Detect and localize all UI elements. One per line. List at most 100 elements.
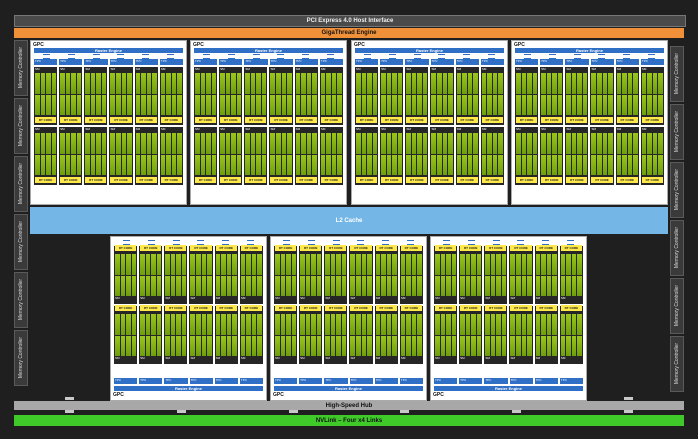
polymorph-engine: TPC xyxy=(219,59,243,65)
rt-core: RT CORE xyxy=(510,245,532,251)
sm-label: SM xyxy=(215,356,221,360)
streaming-multiprocessor: SM RT CORE xyxy=(194,127,218,185)
cuda-cores xyxy=(320,133,342,175)
streaming-multiprocessor: SM RT CORE xyxy=(509,245,533,304)
rt-core: RT CORE xyxy=(295,177,317,183)
memory-controller: Memory Controller xyxy=(14,272,28,328)
memory-controller: Memory Controller xyxy=(14,40,28,96)
cuda-cores xyxy=(300,254,322,296)
sm-label: SM xyxy=(566,67,571,71)
memory-controller: Memory Controller xyxy=(14,156,28,212)
rt-core: RT CORE xyxy=(535,305,557,311)
sm-label: SM xyxy=(541,67,546,71)
streaming-multiprocessor: SM RT CORE xyxy=(319,127,343,185)
cuda-cores xyxy=(510,254,532,296)
raster-connectors xyxy=(34,54,183,59)
streaming-multiprocessor: SM RT CORE xyxy=(509,305,533,364)
rt-core: RT CORE xyxy=(566,177,588,183)
rt-core: RT CORE xyxy=(300,245,322,251)
rt-core: RT CORE xyxy=(165,245,187,251)
streaming-multiprocessor: SM RT CORE xyxy=(515,67,539,125)
sm-label: SM xyxy=(240,356,246,360)
cuda-cores xyxy=(560,314,582,356)
polymorph-engine: TPC xyxy=(194,59,218,65)
gpu-block-diagram: PCI Express 4.0 Host Interface GigaThrea… xyxy=(0,0,698,439)
sm-label: SM xyxy=(510,356,515,360)
cuda-cores xyxy=(325,254,347,296)
cuda-cores xyxy=(400,254,422,296)
cuda-cores xyxy=(215,254,237,296)
cuda-cores xyxy=(275,314,297,356)
pcie-host-interface: PCI Express 4.0 Host Interface xyxy=(14,15,686,27)
rt-core: RT CORE xyxy=(215,245,237,251)
cuda-cores xyxy=(115,254,137,296)
sm-label: SM xyxy=(460,296,465,300)
sm-label: SM xyxy=(190,296,195,300)
polymorph-engine: TPC xyxy=(319,59,344,65)
sm-label: SM xyxy=(35,67,40,71)
cuda-cores xyxy=(85,133,107,175)
gpc: GPC Raster Engine TPC TPC TPC TPC TPC TPC SM RT C… xyxy=(270,236,427,401)
cuda-cores xyxy=(431,73,453,115)
cuda-cores xyxy=(456,73,478,115)
nvlink-bar: NVLink – Four x4 Links xyxy=(14,415,684,426)
rt-core: RT CORE xyxy=(245,117,267,123)
cuda-cores xyxy=(481,73,503,115)
polymorph-engine: TPC xyxy=(139,378,163,384)
sm-label: SM xyxy=(406,67,411,71)
cuda-cores xyxy=(406,73,428,115)
streaming-multiprocessor: SM RT CORE xyxy=(139,305,163,364)
tpc-row: TPC TPC TPC TPC TPC TPC xyxy=(355,59,505,65)
streaming-multiprocessor: SM RT CORE xyxy=(540,67,564,125)
rt-core: RT CORE xyxy=(485,305,507,311)
raster-connectors xyxy=(194,54,343,59)
streaming-multiprocessor: SM RT CORE xyxy=(534,305,558,364)
cuda-cores xyxy=(375,254,397,296)
rt-core: RT CORE xyxy=(110,177,132,183)
rt-core: RT CORE xyxy=(275,245,297,251)
rt-core: RT CORE xyxy=(435,305,457,311)
rt-core: RT CORE xyxy=(165,305,187,311)
sm-label: SM xyxy=(485,296,490,300)
streaming-multiprocessor: SM RT CORE xyxy=(84,127,108,185)
gpc-label: GPC xyxy=(433,392,444,398)
streaming-multiprocessor: SM RT CORE xyxy=(294,67,318,125)
cuda-cores xyxy=(245,73,267,115)
rt-core: RT CORE xyxy=(190,305,212,311)
raster-connectors xyxy=(515,54,664,59)
streaming-multiprocessor: SM RT CORE xyxy=(299,305,323,364)
rt-core: RT CORE xyxy=(240,245,262,251)
streaming-multiprocessor: SM RT CORE xyxy=(109,127,133,185)
cuda-cores xyxy=(135,73,157,115)
rt-core: RT CORE xyxy=(275,305,297,311)
cuda-cores xyxy=(541,73,563,115)
sm-label: SM xyxy=(400,356,406,360)
sm-label: SM xyxy=(85,67,90,71)
cuda-cores xyxy=(85,73,107,115)
cuda-cores xyxy=(110,73,132,115)
memory-controller-label: Memory Controller xyxy=(674,169,680,211)
polymorph-engine: TPC xyxy=(509,378,533,384)
streaming-multiprocessor: SM RT CORE xyxy=(559,305,583,364)
rt-core: RT CORE xyxy=(135,177,157,183)
rt-core: RT CORE xyxy=(641,177,663,183)
gpc: GPC Raster Engine TPC TPC TPC TPC TPC TPC SM RT C… xyxy=(30,40,187,205)
cuda-cores xyxy=(535,254,557,296)
polymorph-engine: TPC xyxy=(355,59,379,65)
cuda-cores xyxy=(195,133,217,175)
memory-controller-label: Memory Controller xyxy=(674,343,680,385)
memory-controller: Memory Controller xyxy=(14,214,28,270)
rt-core: RT CORE xyxy=(431,117,453,123)
cuda-cores xyxy=(485,314,507,356)
tpc-row: TPC TPC TPC TPC TPC TPC xyxy=(114,378,264,384)
cuda-cores xyxy=(190,254,212,296)
streaming-multiprocessor: SM RT CORE xyxy=(380,127,404,185)
polymorph-engine: TPC xyxy=(109,59,133,65)
rt-core: RT CORE xyxy=(270,117,292,123)
sm-label: SM xyxy=(456,127,462,131)
sm-label: SM xyxy=(641,127,647,131)
tpc-row: TPC TPC TPC TPC TPC TPC xyxy=(194,59,344,65)
sm-label: SM xyxy=(165,356,170,360)
sm-label: SM xyxy=(406,127,411,131)
sm-label: SM xyxy=(481,67,487,71)
